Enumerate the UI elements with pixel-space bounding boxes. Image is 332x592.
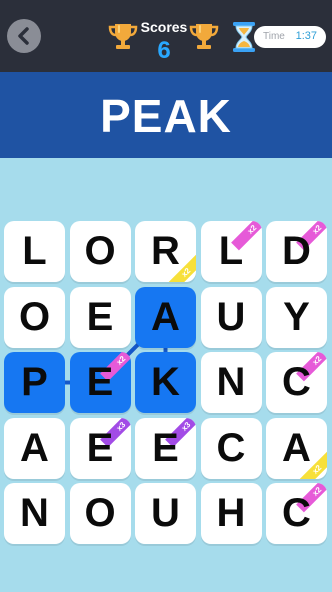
score-value: 6 <box>157 37 171 64</box>
letter-tile[interactable]: x2 R <box>135 221 196 282</box>
tile-letter: D <box>282 229 311 273</box>
tile-letter: U <box>151 491 180 535</box>
letter-tile[interactable]: K <box>135 352 196 413</box>
target-word-banner: PEAK <box>0 72 332 158</box>
timer-label: Time <box>263 31 285 42</box>
tile-letter: C <box>282 491 311 535</box>
tile-letter: C <box>216 425 246 470</box>
trophy-icon <box>108 24 138 49</box>
letter-tile[interactable]: x3 E <box>69 417 131 479</box>
letter-tile[interactable]: P <box>4 352 65 413</box>
letter-tile[interactable]: x2 L <box>200 221 262 282</box>
letter-tile[interactable]: C <box>200 417 262 479</box>
tile-letter: C <box>282 360 311 404</box>
tile-letter: K <box>151 360 180 404</box>
back-button[interactable] <box>7 19 41 53</box>
letter-tile[interactable]: x2 A <box>266 417 327 479</box>
letter-tile[interactable]: H <box>200 483 262 544</box>
letter-tile[interactable]: U <box>200 286 262 348</box>
tile-letter: N <box>20 491 49 535</box>
scores-label: Scores <box>140 19 188 35</box>
tile-letter: U <box>216 294 246 339</box>
tile-letter: L <box>22 229 47 273</box>
tile-letter: P <box>21 360 48 404</box>
tile-letter: H <box>216 491 246 535</box>
tile-letter: E <box>86 360 114 404</box>
letter-tile[interactable]: E <box>69 286 131 348</box>
tile-letter: E <box>152 425 179 470</box>
letter-tile[interactable]: L <box>4 221 65 282</box>
tile-letter: E <box>86 294 114 339</box>
letter-tile[interactable]: x2 C <box>266 352 327 413</box>
tile-letter: L <box>218 229 244 273</box>
tile-letter: Y <box>283 294 310 339</box>
tile-letter: A <box>20 425 49 470</box>
tile-letter: O <box>18 294 51 339</box>
letter-tile[interactable]: x2 C <box>266 483 327 544</box>
letter-tile[interactable]: O <box>69 221 131 282</box>
letter-tile[interactable]: x3 E <box>135 417 196 479</box>
tile-letter: A <box>282 425 311 470</box>
timer-value: 1:37 <box>295 30 317 42</box>
letter-tile[interactable]: O <box>4 286 65 348</box>
tile-letter: R <box>151 229 180 273</box>
letter-grid: L Ox2 Rx2 Lx2 D O E A U Y Px2 E K Nx2 C Ax3 Ex3 E Cx2 A N O U H… <box>0 221 332 551</box>
letter-tile[interactable]: x2 E <box>69 352 131 413</box>
letter-tile[interactable]: O <box>69 483 131 544</box>
letter-tile[interactable]: Y <box>266 286 327 348</box>
letter-tile[interactable]: N <box>4 483 65 544</box>
letter-tile[interactable]: A <box>4 417 65 479</box>
chevron-left-icon <box>18 27 29 45</box>
timer-pill: Time 1:37 <box>254 26 326 48</box>
letter-tile[interactable]: U <box>135 483 196 544</box>
tile-letter: E <box>86 425 114 470</box>
tile-letter: O <box>84 491 116 535</box>
letter-tile[interactable]: A <box>135 286 196 348</box>
tile-letter: O <box>84 229 116 273</box>
trophy-icon <box>189 24 219 49</box>
top-bar: Scores 6 Time 1:37 <box>0 0 332 72</box>
target-word: PEAK <box>100 90 232 142</box>
letter-tile[interactable]: N <box>200 352 262 413</box>
tile-letter: N <box>216 360 246 404</box>
letter-tile[interactable]: x2 D <box>266 221 327 282</box>
tile-letter: A <box>151 294 180 339</box>
